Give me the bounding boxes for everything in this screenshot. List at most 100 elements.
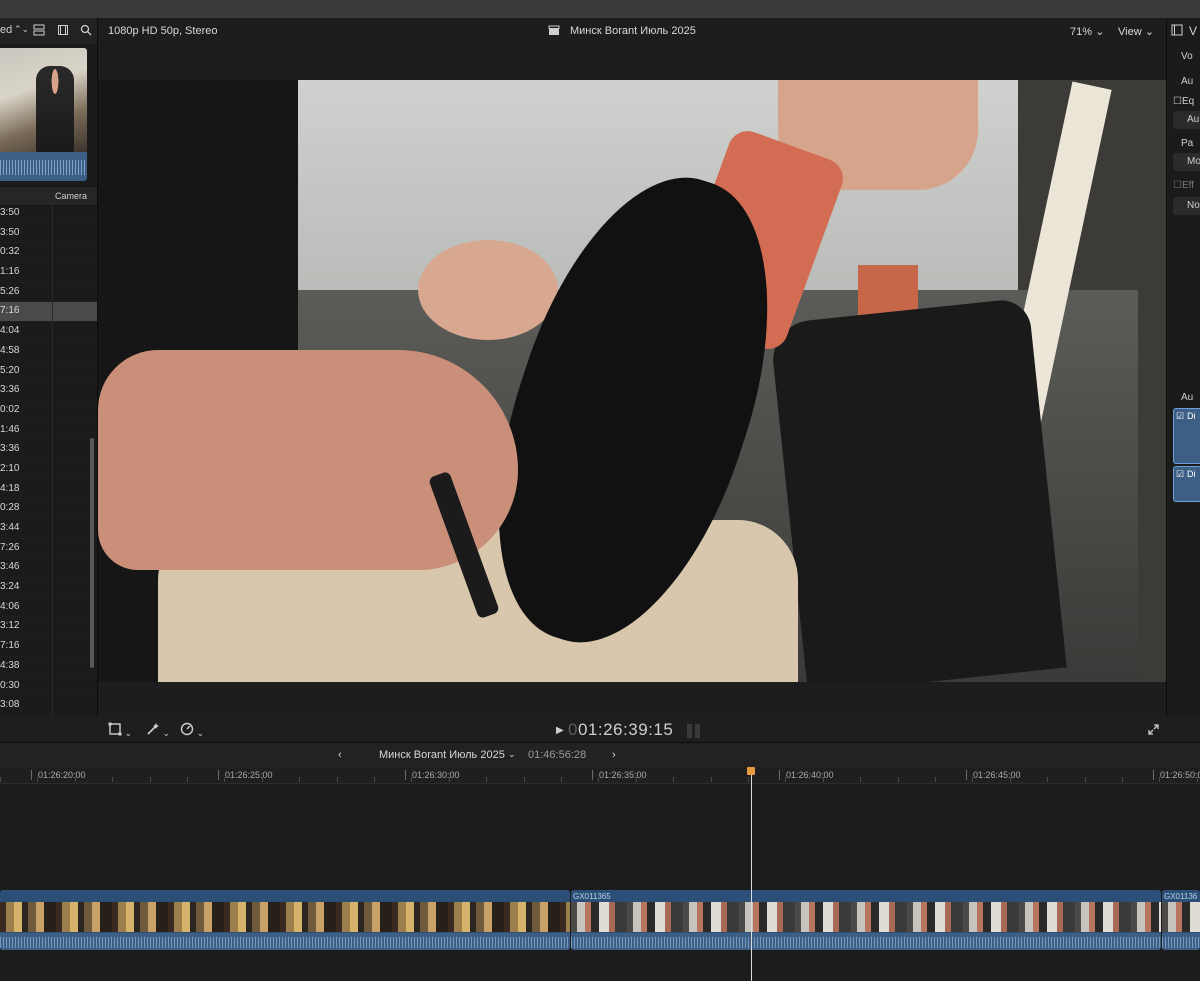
ruler-minor-tick [299, 777, 300, 782]
list-item-duration: 3:36 [0, 384, 20, 396]
clip-name: GX01136 [1164, 892, 1198, 901]
list-item[interactable]: 2:10 [0, 459, 97, 480]
view-menu[interactable]: View ⌄ [1118, 25, 1154, 38]
inspector-checkbox[interactable]: ☐Eq [1173, 96, 1194, 107]
playhead-handle[interactable] [747, 767, 755, 775]
filter-label[interactable]: ed [0, 24, 12, 36]
inspector-checkbox[interactable]: ☐Eff [1173, 180, 1194, 191]
ruler-major-tick [218, 770, 219, 780]
ruler-label: 01:26:50:0 [1160, 770, 1200, 780]
audio-component-2[interactable]: ☑ Di [1173, 466, 1200, 502]
list-item[interactable]: 3:12 [0, 617, 97, 638]
camera-cell [52, 637, 87, 656]
list-item[interactable]: 1:16 [0, 263, 97, 283]
thumbnail-waveform [0, 152, 87, 181]
timecode-value: 01:26:39:15 [577, 720, 674, 739]
clapper-icon [548, 25, 560, 39]
ruler-minor-tick [1197, 777, 1198, 782]
list-item-duration: 7:16 [0, 640, 20, 652]
list-item-duration: 4:38 [0, 659, 20, 671]
list-item[interactable]: 3:08 [0, 696, 97, 716]
fullscreen-icon[interactable] [1148, 724, 1159, 738]
ruler-major-tick [966, 770, 967, 780]
inspector-film-icon[interactable] [1171, 24, 1183, 39]
list-item[interactable]: 3:44 [0, 519, 97, 539]
clip-appearance-icon[interactable] [33, 24, 45, 39]
inspector-field-label: Mo [1187, 156, 1200, 167]
retime-menu[interactable]: ⌄ [180, 722, 204, 739]
list-item-duration: 7:26 [0, 541, 20, 553]
list-item[interactable]: 4:18 [0, 479, 97, 500]
list-item[interactable]: 3:50 [0, 204, 97, 224]
enhance-menu[interactable]: ⌄ [146, 722, 170, 739]
inspector-field[interactable]: Au [1173, 111, 1200, 129]
list-item[interactable]: 5:20 [0, 361, 97, 382]
list-item[interactable]: 3:04 [0, 715, 97, 718]
inspector-title-fragment: V [1189, 24, 1198, 38]
checkbox-icon[interactable]: ☑ [1176, 469, 1184, 480]
list-item[interactable]: 0:02 [0, 400, 97, 421]
list-item[interactable]: 0:30 [0, 676, 97, 697]
back-chevron-icon[interactable]: ‹ [338, 749, 342, 761]
timeline-clip[interactable]: GX011365 [571, 890, 1161, 950]
playhead[interactable] [751, 767, 752, 981]
ruler-minor-tick [1047, 777, 1048, 782]
timeline-ruler[interactable]: 01:26:20:00 01:26:25:00 01:26:30:00 01:26:3… [0, 767, 1200, 784]
camera-cell [52, 361, 87, 381]
checkbox-icon[interactable]: ☑ [1176, 411, 1184, 422]
timeline-project-title[interactable]: Минск Borant Июль 2025 [379, 749, 505, 761]
forward-chevron-icon[interactable]: › [612, 749, 616, 761]
inspector-item[interactable]: Vo [1173, 51, 1193, 62]
zoom-menu[interactable]: 71% ⌄ [1070, 25, 1104, 38]
timeline-nav-bar: ‹ Минск Borant Июль 2025 ⌄ 01:46:56:28 › [0, 742, 1200, 768]
camera-column-header[interactable]: Camera [55, 191, 87, 201]
ruler-minor-tick [935, 777, 936, 782]
timeline-clip[interactable] [0, 890, 570, 950]
inspector-field-label: No [1187, 200, 1200, 211]
format-label: 1080p HD 50p, Stereo [108, 25, 218, 37]
chevron-down-icon[interactable]: ⌄ [508, 749, 516, 760]
browser-scrollbar[interactable] [90, 438, 94, 668]
camera-cell [52, 204, 87, 223]
ruler-minor-tick [748, 777, 749, 782]
ruler-minor-tick [262, 777, 263, 782]
inspector-item[interactable]: Au [1173, 76, 1193, 87]
list-item[interactable]: 3:36 [0, 381, 97, 401]
list-item-duration: 3:24 [0, 581, 20, 593]
list-item-duration: 4:04 [0, 325, 20, 337]
list-item-duration: 1:46 [0, 423, 20, 435]
list-item[interactable]: 4:04 [0, 322, 97, 342]
audio-component-1[interactable]: ☑ Di [1173, 408, 1200, 464]
list-item[interactable]: 3:46 [0, 558, 97, 579]
inspector-field[interactable]: No [1173, 197, 1200, 215]
list-item[interactable]: 3:50 [0, 223, 97, 244]
list-item[interactable]: 3:36 [0, 440, 97, 460]
ruler-label: 01:26:30:00 [412, 770, 460, 780]
list-item[interactable]: 7:16 [0, 302, 97, 323]
chevron-down-icon: ⌄ [122, 728, 133, 738]
list-item[interactable]: 0:32 [0, 243, 97, 264]
inspector-field[interactable]: Mo [1173, 153, 1200, 171]
video-frame[interactable] [98, 80, 1166, 682]
list-item[interactable]: 4:06 [0, 597, 97, 618]
camera-cell [52, 263, 87, 282]
clip-filmstrip [571, 902, 1161, 932]
filmstrip-icon[interactable] [57, 24, 69, 39]
list-item[interactable]: 7:26 [0, 538, 97, 559]
list-item[interactable]: 3:24 [0, 578, 97, 598]
search-icon[interactable] [80, 24, 92, 39]
list-item[interactable]: 4:38 [0, 656, 97, 677]
play-icon[interactable]: ▶ [556, 725, 564, 736]
list-item[interactable]: 0:28 [0, 499, 97, 519]
ruler-label: 01:26:45:00 [973, 770, 1021, 780]
transform-menu[interactable]: ⌄ [108, 722, 132, 739]
ruler-minor-tick [411, 777, 412, 782]
timeline-clip[interactable]: GX01136 [1162, 890, 1200, 950]
list-item[interactable]: 7:16 [0, 637, 97, 657]
list-item[interactable]: 5:26 [0, 282, 97, 303]
list-item[interactable]: 4:58 [0, 341, 97, 362]
timeline-tracks[interactable]: GX011365 GX01136 [0, 784, 1200, 981]
filter-chevron-icon[interactable]: ⌃⌄ [14, 24, 29, 35]
clip-thumbnail[interactable] [0, 48, 87, 181]
list-item[interactable]: 1:46 [0, 420, 97, 441]
